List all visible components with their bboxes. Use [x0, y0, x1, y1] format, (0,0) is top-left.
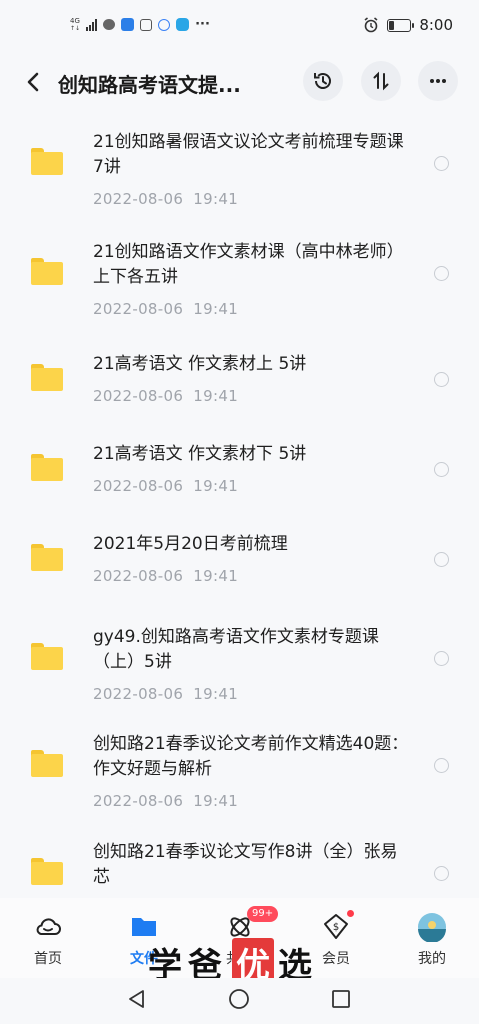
- file-row[interactable]: 2021年5月20日考前梳理 2022-08-06 19:41: [0, 520, 479, 605]
- folder-icon: [31, 643, 63, 670]
- avatar-icon: [417, 912, 447, 943]
- folder-icon: [31, 364, 63, 391]
- folder-icon: [31, 148, 63, 175]
- select-radio[interactable]: [434, 156, 449, 171]
- tab-vip-label: 会员: [322, 951, 350, 967]
- select-radio[interactable]: [434, 266, 449, 281]
- file-row[interactable]: gy49.创知路高考语文作文素材专题课（上）5讲 2022-08-06 19:41: [0, 613, 479, 718]
- file-name: 21创知路暑假语文议论文考前梳理专题课7讲: [93, 132, 404, 177]
- system-nav-bar: [0, 978, 479, 1024]
- sort-icon: [373, 71, 389, 91]
- top-header: 创知路高考语文提...: [0, 55, 479, 111]
- file-date: 2022-08-06 19:41: [93, 685, 239, 703]
- select-radio[interactable]: [434, 462, 449, 477]
- status-left: 4G ↑↓ ···: [70, 17, 210, 32]
- network-type: 4G: [70, 16, 80, 25]
- history-button[interactable]: [303, 61, 343, 101]
- history-icon: [314, 73, 331, 89]
- sort-button[interactable]: [361, 61, 401, 101]
- app-face-icon: [140, 18, 153, 31]
- file-name: 2021年5月20日考前梳理: [93, 534, 288, 554]
- file-date: 2022-08-06 19:41: [93, 387, 239, 405]
- back-arrow-icon: [27, 72, 39, 92]
- file-row[interactable]: 21高考语文 作文素材上 5讲 2022-08-06 19:41: [0, 340, 479, 425]
- nav-home-icon[interactable]: [228, 988, 250, 1010]
- nav-recents-icon[interactable]: [330, 988, 352, 1010]
- more-options-button[interactable]: [418, 61, 458, 101]
- app-blue-icon: [121, 18, 135, 31]
- signal-icon: [86, 18, 98, 31]
- folder-icon: [31, 858, 63, 885]
- folder-icon: [31, 750, 63, 777]
- file-row[interactable]: 21创知路暑假语文议论文考前梳理专题课7讲 2022-08-06 19:41: [0, 118, 479, 223]
- file-date: 2022-08-06 19:41: [93, 567, 239, 585]
- file-name: 创知路21春季议论文写作8讲（全）张易芯: [93, 842, 398, 887]
- select-radio[interactable]: [434, 866, 449, 881]
- nav-back-icon[interactable]: [126, 988, 148, 1010]
- battery-icon: [387, 18, 415, 32]
- folder-icon: [31, 258, 63, 285]
- select-radio[interactable]: [434, 552, 449, 567]
- file-date: 2022-08-06 19:41: [93, 190, 239, 208]
- file-date: 2022-08-06 19:41: [93, 792, 239, 810]
- alarm-icon: [364, 17, 378, 33]
- file-date: 2022-08-06 19:41: [93, 300, 239, 318]
- file-row[interactable]: 创知路21春季议论文写作8讲（全）张易芯2022-08-06 19:41: [0, 828, 479, 898]
- app-link-icon: [158, 18, 171, 31]
- select-radio[interactable]: [434, 758, 449, 773]
- tab-profile-label: 我的: [418, 951, 446, 967]
- network-indicator: 4G ↑↓: [70, 16, 81, 32]
- file-row[interactable]: 21创知路语文作文素材课（高中林老师）上下各五讲 2022-08-06 19:41: [0, 228, 479, 333]
- status-time: 8:00: [419, 16, 453, 34]
- tab-profile[interactable]: 我的: [392, 912, 472, 968]
- back-button[interactable]: [22, 69, 48, 95]
- status-right: 8:00: [363, 16, 453, 34]
- file-name: 21高考语文 作文素材上 5讲: [93, 354, 307, 374]
- cloud-icon: [33, 912, 63, 942]
- svg-text:$: $: [333, 922, 339, 933]
- share-badge: 99+: [247, 906, 279, 922]
- wechat-icon: [103, 19, 116, 30]
- more-icon: [430, 79, 446, 83]
- page-title: 创知路高考语文提...: [58, 73, 241, 97]
- app-search-icon: [176, 18, 190, 31]
- diamond-icon: $: [321, 910, 354, 942]
- select-radio[interactable]: [434, 651, 449, 666]
- status-bar: 4G ↑↓ ··· 8:00: [0, 0, 479, 50]
- vip-notification-dot: [347, 910, 354, 917]
- file-date: 2022-08-06 19:41: [93, 477, 239, 495]
- more-notifications-icon: ···: [195, 17, 210, 32]
- file-name: 创知路21春季议论文考前作文精选40题： 作文好题与解析: [93, 734, 409, 779]
- tab-home[interactable]: 首页: [8, 912, 88, 968]
- folder-icon: [31, 454, 63, 481]
- folder-icon: [31, 544, 63, 571]
- file-name: gy49.创知路高考语文作文素材专题课（上）5讲: [93, 627, 379, 672]
- tab-home-label: 首页: [34, 951, 62, 967]
- file-list: 21创知路暑假语文议论文考前梳理专题课7讲 2022-08-06 19:41 21创…: [0, 118, 479, 898]
- file-name: 21高考语文 作文素材下 5讲: [93, 444, 307, 464]
- file-row[interactable]: 创知路21春季议论文考前作文精选40题： 作文好题与解析 2022-08-06 1…: [0, 720, 479, 825]
- file-row[interactable]: 21高考语文 作文素材下 5讲 2022-08-06 19:41: [0, 430, 479, 515]
- file-name: 21创知路语文作文素材课（高中林老师）上下各五讲: [93, 242, 404, 287]
- select-radio[interactable]: [434, 372, 449, 387]
